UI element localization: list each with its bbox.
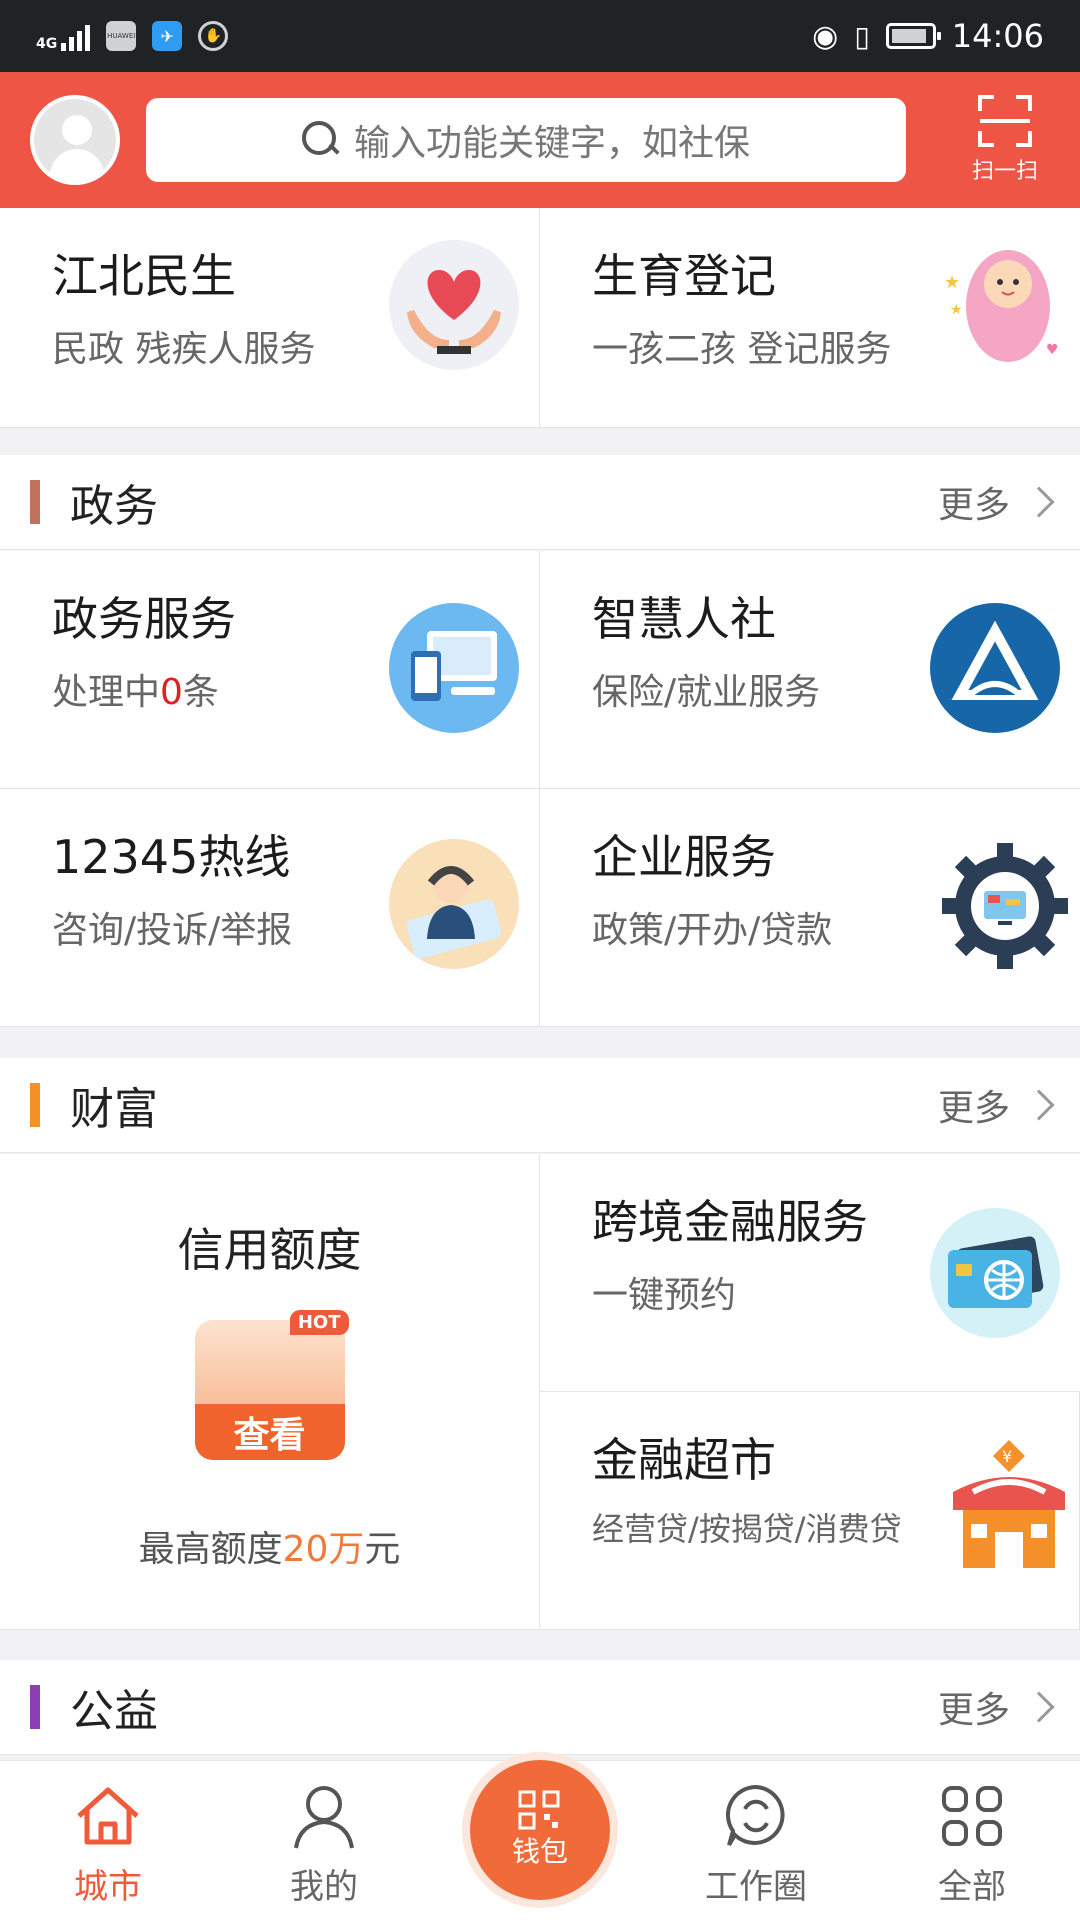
baby-icon: ★ ★ ♥	[936, 236, 1066, 366]
credit-check-badge[interactable]: HOT 查看	[194, 1310, 349, 1460]
wealth-grid: 信用额度 HOT 查看 最高额度20万元 跨境金融服务 一键预约 金融超市 经营…	[0, 1154, 1080, 1630]
qr-wallet-icon: 钱包	[470, 1760, 610, 1900]
more-link[interactable]: 更多	[937, 476, 1055, 528]
card-credit-limit[interactable]: 信用额度 HOT 查看 最高额度20万元	[0, 1154, 540, 1630]
card-enterprise-service[interactable]: 企业服务 政策/开办/贷款	[540, 789, 1080, 1027]
card-globe-icon	[930, 1208, 1060, 1338]
nav-label: 城市	[74, 1867, 142, 1907]
scan-button[interactable]: 扫一扫	[960, 95, 1050, 185]
card-finance-market[interactable]: 金融超市 经营贷/按揭贷/消费贷 ¥	[540, 1392, 1080, 1630]
dingtalk-icon: ✈	[152, 21, 183, 51]
chat-icon	[721, 1781, 791, 1851]
shop-icon: ¥	[939, 1432, 1069, 1568]
svg-text:♥: ♥	[1046, 342, 1059, 358]
card-birth-registration[interactable]: 生育登记 一孩二孩 登记服务 ★ ★ ♥	[540, 208, 1080, 428]
scan-icon	[978, 95, 1032, 147]
app-screen: 4G HUAWEI ✈ ✋ ◉ ▯ 14:06 输入功能关键字，如社保 扫一扫 …	[0, 0, 1080, 1920]
status-left: 4G HUAWEI ✈ ✋	[36, 21, 229, 52]
avatar[interactable]	[30, 95, 120, 185]
heart-hands-icon	[389, 240, 519, 370]
section-accent-bar	[30, 1685, 40, 1729]
network-type: 4G	[36, 36, 58, 52]
section-title: 政务	[70, 481, 158, 532]
credit-limit-text: 最高额度20万元	[139, 1520, 401, 1572]
status-bar: 4G HUAWEI ✈ ✋ ◉ ▯ 14:06	[0, 0, 1080, 72]
signal-indicator: 4G	[36, 21, 91, 52]
more-label: 更多	[937, 1690, 1010, 1731]
section-title: 财富	[70, 1084, 158, 1135]
hot-badge: HOT	[289, 1310, 349, 1335]
nav-label: 钱包	[511, 1835, 568, 1868]
home-icon	[73, 1781, 143, 1851]
subtitle-suffix: 条	[182, 672, 219, 713]
user-icon	[289, 1781, 359, 1851]
chevron-right-icon	[1023, 486, 1055, 518]
battery-level	[891, 29, 926, 43]
chevron-right-icon	[1023, 1691, 1055, 1723]
social-security-logo-icon	[930, 603, 1060, 733]
nav-label: 工作圈	[705, 1867, 807, 1907]
card-cross-border-finance[interactable]: 跨境金融服务 一键预约	[540, 1154, 1080, 1392]
section-header-gov: 政务 更多	[0, 455, 1080, 550]
computer-icon	[389, 603, 519, 733]
section-header-charity: 公益 更多	[0, 1660, 1080, 1755]
eye-comfort-icon: ◉	[812, 18, 839, 54]
section-header-wealth: 财富 更多	[0, 1058, 1080, 1153]
section-accent-bar	[30, 480, 40, 524]
featured-grid: 江北民生 民政 残疾人服务 生育登记 一孩二孩 登记服务 ★ ★ ♥	[0, 208, 1080, 428]
nav-work-circle[interactable]: 工作圈	[666, 1781, 846, 1908]
limit-suffix: 元	[364, 1529, 401, 1570]
section-accent-bar	[30, 1083, 40, 1127]
vibrate-icon: ▯	[854, 19, 870, 53]
section-title: 公益	[70, 1686, 158, 1737]
gear-icon	[936, 837, 1068, 969]
bottom-nav: 城市 我的 钱包 工作圈 全部	[0, 1760, 1080, 1920]
top-header: 输入功能关键字，如社保 扫一扫	[0, 72, 1080, 208]
brand-label: HUAWEI	[107, 32, 136, 40]
search-placeholder: 输入功能关键字，如社保	[353, 123, 750, 164]
card-smart-hr[interactable]: 智慧人社 保险/就业服务	[540, 551, 1080, 789]
status-right: ◉ ▯ 14:06	[812, 17, 1044, 55]
search-icon	[301, 121, 340, 159]
avatar-head	[62, 115, 92, 145]
search-input[interactable]: 输入功能关键字，如社保	[146, 98, 906, 182]
hotline-agent-icon	[389, 839, 519, 969]
credit-title: 信用额度	[177, 1223, 362, 1277]
chevron-right-icon	[1023, 1089, 1055, 1121]
more-link[interactable]: 更多	[937, 1681, 1055, 1733]
nav-city[interactable]: 城市	[18, 1781, 198, 1908]
limit-value: 20万	[282, 1529, 365, 1570]
more-label: 更多	[937, 1088, 1010, 1129]
more-label: 更多	[937, 485, 1010, 526]
limit-prefix: 最高额度	[138, 1529, 283, 1570]
subtitle-prefix: 处理中	[52, 672, 161, 713]
card-gov-service[interactable]: 政务服务 处理中0条	[0, 551, 540, 789]
nav-wallet[interactable]: 钱包	[450, 1760, 630, 1908]
check-button[interactable]: 查看	[194, 1404, 345, 1460]
battery-icon	[885, 23, 941, 49]
clock: 14:06	[951, 17, 1044, 55]
grid-icon	[937, 1781, 1007, 1851]
card-hotline-12345[interactable]: 12345热线 咨询/投诉/举报	[0, 789, 540, 1027]
nav-all[interactable]: 全部	[882, 1781, 1062, 1908]
scan-label: 扫一扫	[971, 159, 1038, 184]
nav-label: 我的	[290, 1867, 358, 1907]
huawei-app-icon: HUAWEI	[106, 21, 137, 51]
svg-text:¥: ¥	[1002, 1447, 1012, 1466]
signal-bars-icon	[61, 21, 91, 51]
pending-count: 0	[160, 672, 183, 713]
hand-icon: ✋	[198, 21, 229, 51]
gov-grid: 政务服务 处理中0条 智慧人社 保险/就业服务 12345热线 咨询/投诉/举报…	[0, 551, 1080, 1027]
more-link[interactable]: 更多	[937, 1079, 1055, 1131]
nav-label: 全部	[938, 1867, 1006, 1907]
svg-text:★: ★	[950, 302, 963, 318]
svg-text:★: ★	[944, 272, 960, 293]
card-jiangbei-minsheng[interactable]: 江北民生 民政 残疾人服务	[0, 208, 540, 428]
avatar-body	[50, 149, 104, 181]
nav-mine[interactable]: 我的	[234, 1781, 414, 1908]
